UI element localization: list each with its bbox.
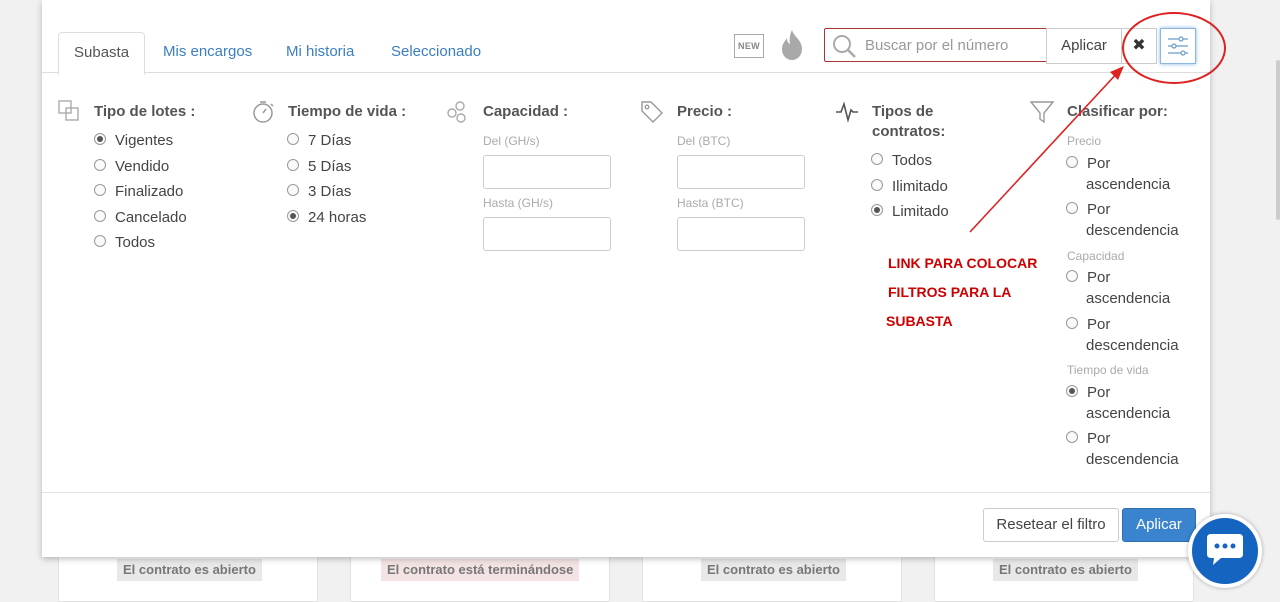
sort-capacity-desc-line2: descendencia — [1086, 337, 1179, 354]
capacity-to-input[interactable] — [483, 217, 611, 251]
annotation-line-3: SUBASTA — [886, 313, 953, 329]
reset-filter-button[interactable]: Resetear el filtro — [983, 508, 1119, 542]
radio-24-horas[interactable]: 24 horas — [287, 209, 366, 231]
price-from-input[interactable] — [677, 155, 805, 189]
filter-panel: Subasta Mis encargos Mi historia Selecci… — [42, 0, 1226, 557]
capacity-title: Capacidad : — [483, 103, 569, 120]
sort-capacity-asc-line2: ascendencia — [1086, 290, 1171, 307]
search-input[interactable] — [865, 29, 1041, 61]
radio-sort-lifetime-desc[interactable]: Por — [1066, 430, 1110, 452]
footer-divider — [42, 492, 1210, 493]
sort-capacity-label: Capacidad — [1067, 249, 1125, 263]
tab-subasta[interactable]: Subasta — [58, 32, 146, 75]
radio-7-dias[interactable]: 7 Días — [287, 132, 351, 154]
price-tag-icon — [641, 101, 663, 123]
search-box — [824, 28, 1048, 62]
radio-vendido[interactable]: Vendido — [94, 158, 169, 180]
activity-icon — [836, 101, 858, 124]
tab-seleccionado[interactable]: Seleccionado — [376, 32, 496, 72]
capacity-from-input[interactable] — [483, 155, 611, 189]
radio-contract-todos[interactable]: Todos — [871, 152, 932, 174]
radio-3-dias[interactable]: 3 Días — [287, 183, 351, 205]
molecule-icon — [447, 101, 466, 123]
lifetime-title: Tiempo de vida : — [288, 103, 407, 120]
capacity-from-label: Del (GH/s) — [483, 134, 540, 148]
chat-icon — [1207, 534, 1243, 565]
search-apply-button[interactable]: Aplicar — [1046, 28, 1122, 64]
contract-status-badge: El contrato es abierto — [993, 559, 1138, 581]
annotation-circle — [1122, 12, 1226, 84]
contract-status-badge: El contrato es abierto — [117, 559, 262, 581]
tab-mi-historia[interactable]: Mi historia — [271, 32, 369, 72]
sort-lifetime-desc-line2: descendencia — [1086, 451, 1179, 468]
sort-lifetime-label: Tiempo de vida — [1067, 363, 1149, 377]
fire-icon[interactable] — [778, 28, 806, 62]
price-title: Precio : — [677, 103, 733, 120]
radio-sort-capacity-asc[interactable]: Por — [1066, 269, 1110, 291]
lot-type-title: Tipo de lotes : — [94, 103, 196, 120]
capacity-to-label: Hasta (GH/s) — [483, 196, 554, 210]
radio-sort-capacity-desc[interactable]: Por — [1066, 316, 1110, 338]
radio-sort-lifetime-asc[interactable]: Por — [1066, 384, 1110, 406]
contract-status-badge: El contrato está terminándose — [381, 559, 580, 581]
annotation-arrow — [969, 66, 1124, 233]
layers-icon — [58, 100, 79, 121]
price-to-input[interactable] — [677, 217, 805, 251]
radio-contract-limitado[interactable]: Limitado — [871, 203, 949, 225]
radio-vigentes[interactable]: Vigentes — [94, 132, 173, 154]
search-icon — [833, 35, 856, 58]
annotation-line-2: FILTROS PARA LA — [888, 284, 1012, 300]
annotation-line-1: LINK PARA COLOCAR — [888, 255, 1038, 271]
radio-finalizado[interactable]: Finalizado — [94, 183, 183, 205]
contract-types-title: Tipos de contratos: — [872, 103, 946, 140]
stopwatch-icon — [253, 101, 274, 123]
radio-contract-ilimitado[interactable]: Ilimitado — [871, 178, 948, 200]
page-scrollbar[interactable] — [1276, 60, 1280, 220]
radio-5-dias[interactable]: 5 Días — [287, 158, 351, 180]
contract-status-badge: El contrato es abierto — [701, 559, 846, 581]
radio-cancelado[interactable]: Cancelado — [94, 209, 187, 231]
sort-lifetime-asc-line2: ascendencia — [1086, 405, 1171, 422]
chat-button[interactable] — [1188, 514, 1262, 588]
apply-filter-button[interactable]: Aplicar — [1122, 508, 1196, 542]
tab-mis-encargos[interactable]: Mis encargos — [148, 32, 267, 72]
price-from-label: Del (BTC) — [677, 134, 731, 148]
new-icon[interactable]: NEW — [734, 34, 764, 58]
radio-todos[interactable]: Todos — [94, 234, 155, 256]
price-to-label: Hasta (BTC) — [677, 196, 744, 210]
